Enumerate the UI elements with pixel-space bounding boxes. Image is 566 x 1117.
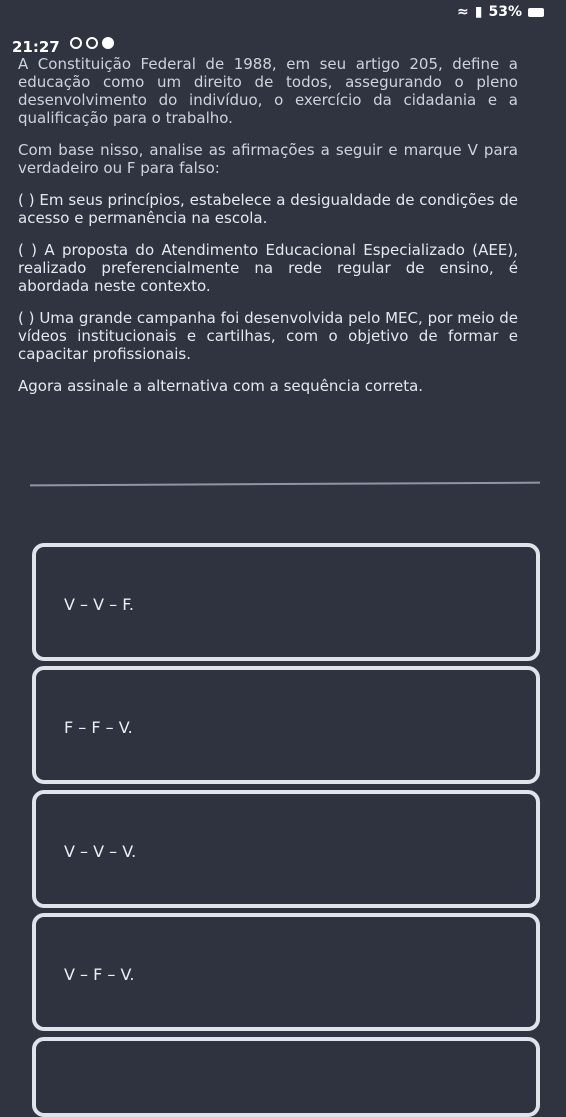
answer-option[interactable]: V – F – V. — [32, 913, 540, 1031]
question-intro: A Constituição Federal de 1988, em seu a… — [18, 55, 518, 127]
signal-icon: ▮ — [474, 4, 483, 20]
alarm-icon — [70, 37, 82, 49]
wifi-icon: ≈ — [457, 4, 469, 20]
status-bar: 21:27 ≈ ▮ 53% — [0, 0, 566, 60]
question-body: A Constituição Federal de 1988, em seu a… — [18, 55, 518, 409]
statement-3: ( ) Uma grande campanha foi desenvolvida… — [18, 309, 518, 363]
statement-2: ( ) A proposta do Atendimento Educaciona… — [18, 241, 518, 295]
notification-icons — [70, 37, 114, 49]
answer-option-label: F – F – V. — [64, 718, 133, 737]
answer-option-label: V – V – V. — [64, 842, 137, 861]
battery-percent: 53% — [488, 4, 522, 20]
system-icons: ≈ ▮ 53% — [457, 4, 544, 20]
question-instruction: Com base nisso, analise as afirmações a … — [18, 141, 518, 177]
answer-option[interactable]: V – V – F. — [32, 543, 540, 661]
answer-option-partial[interactable] — [32, 1037, 540, 1117]
statement-1: ( ) Em seus princípios, estabelece a des… — [18, 191, 518, 227]
play-icon — [86, 37, 98, 49]
notification-dot-icon — [102, 37, 114, 49]
answer-option-label: V – V – F. — [64, 595, 134, 614]
battery-icon — [528, 7, 544, 17]
clock: 21:27 — [12, 38, 60, 56]
divider — [29, 481, 541, 487]
answer-option[interactable]: V – V – V. — [32, 790, 540, 908]
answer-option[interactable]: F – F – V. — [32, 666, 540, 784]
question-prompt: Agora assinale a alternativa com a sequê… — [18, 377, 424, 395]
answer-option-label: V – F – V. — [64, 965, 135, 984]
